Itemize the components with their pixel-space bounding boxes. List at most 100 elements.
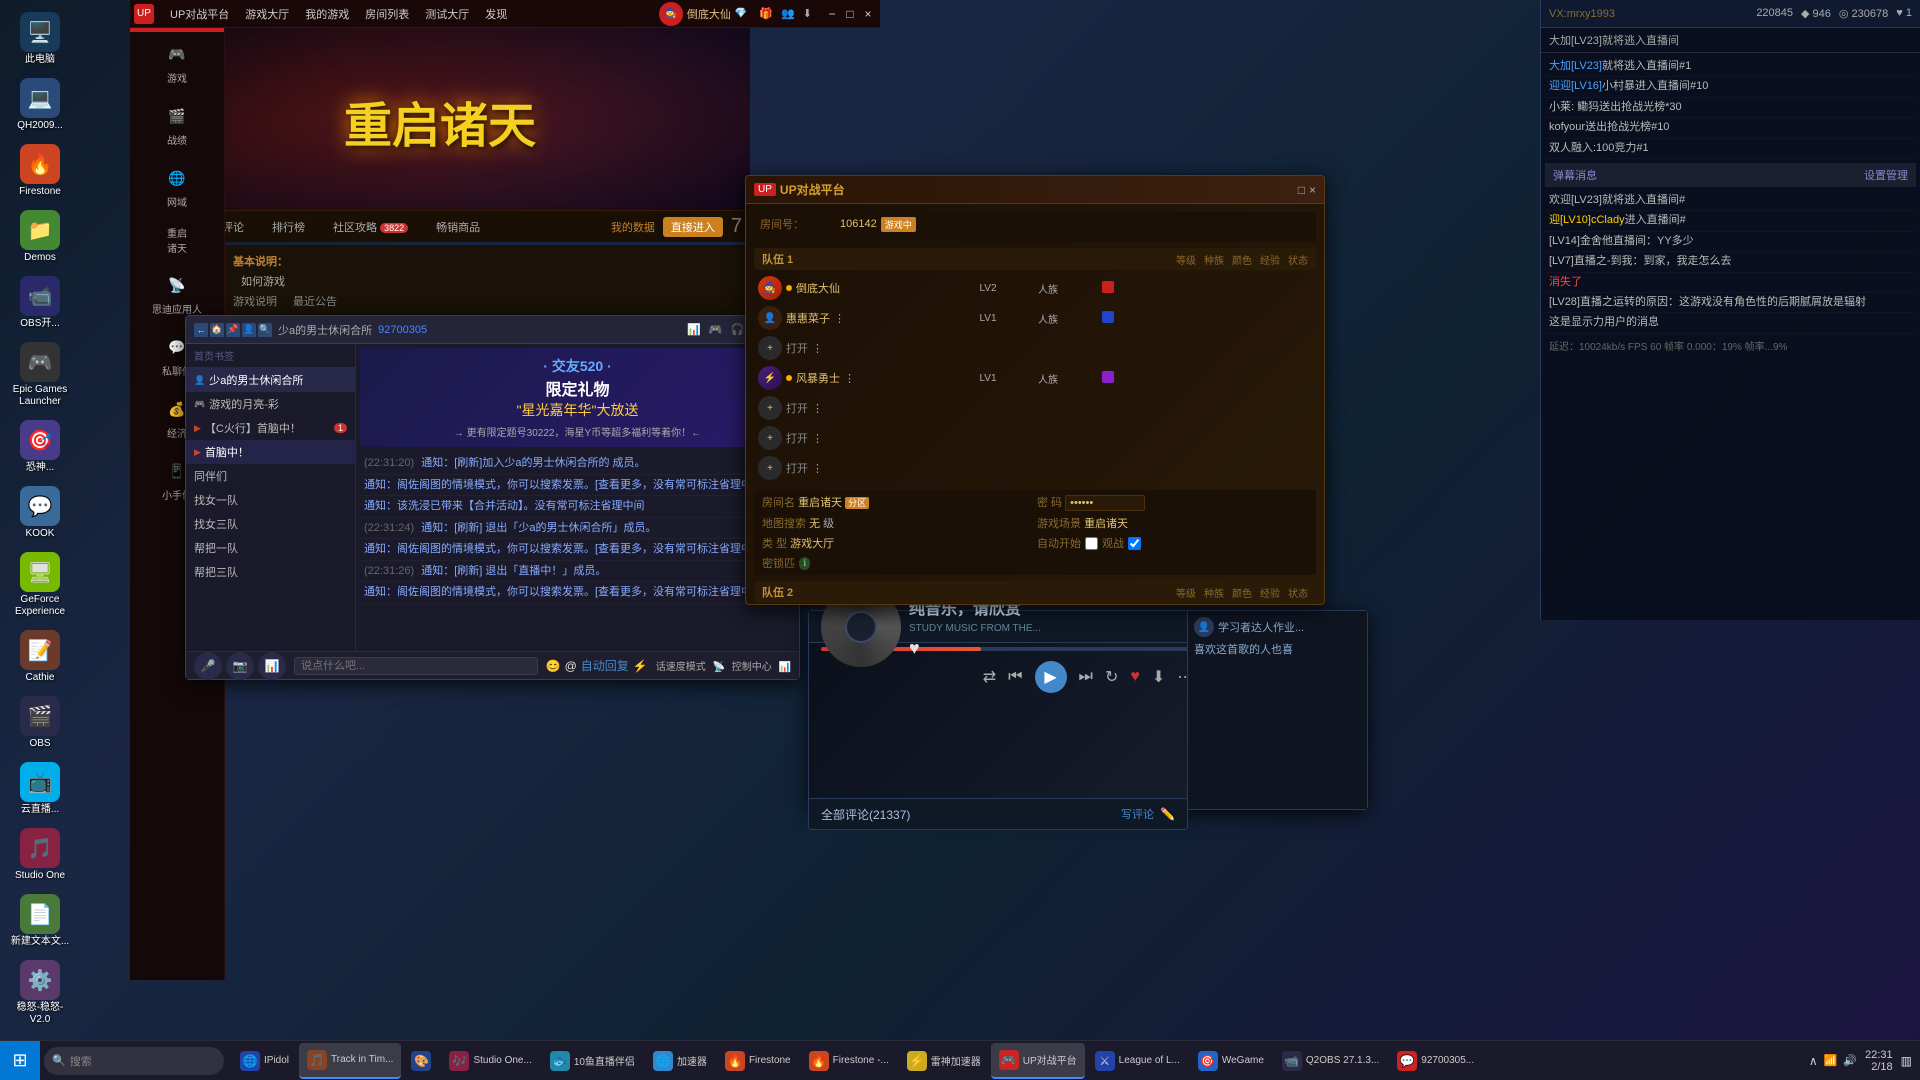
- room-info-bar: 房间号： 106142 游戏中: [754, 212, 1316, 242]
- tray-network[interactable]: 📶: [1824, 1054, 1838, 1067]
- desktop-icon-demos[interactable]: 📁 Demos: [4, 206, 76, 268]
- sidebar-item-companions[interactable]: 同伴们: [186, 464, 355, 488]
- lobby-content: 房间号： 106142 游戏中 队伍 1 等级 种族 颜色 经验 状态 �: [746, 204, 1324, 604]
- taskbar-app-fish[interactable]: 🐟 10鱼直播伴侣: [542, 1043, 643, 1079]
- desktop-icon-nvidia[interactable]: 🖥 GeForce Experience: [4, 548, 76, 622]
- write-review-btn[interactable]: 写评论: [1121, 806, 1154, 822]
- desktop-icon-qh2009[interactable]: 💻 QH2009...: [4, 74, 76, 136]
- sidebar-item-help3[interactable]: 帮把三队: [186, 560, 355, 584]
- desktop-icon-bilibili[interactable]: 📺 云直播...: [4, 758, 76, 820]
- left-nav-game[interactable]: 🎮 游戏: [130, 32, 224, 94]
- music-shuffle-btn[interactable]: ⇄: [983, 667, 996, 687]
- taskbar: ⊞ 🔍 搜索 🌐 IPidol 🎵 Track in Tim... 🎨 🎶 St…: [0, 1040, 1920, 1080]
- left-nav-record[interactable]: 🎬 战绩: [130, 94, 224, 156]
- taskbar-app-studio[interactable]: 🎨: [403, 1043, 439, 1079]
- sidebar-item-moon[interactable]: 🎮游戏的月亮-彩: [186, 392, 355, 416]
- music-heart-btn[interactable]: ♥: [909, 638, 920, 659]
- lobby-title: UP对战平台: [780, 181, 845, 198]
- taskbar-app-qq[interactable]: 💬 92700305...: [1389, 1043, 1482, 1079]
- tray-volume[interactable]: 🔊: [1843, 1054, 1857, 1067]
- left-nav-world[interactable]: 🌐 网域: [130, 156, 224, 218]
- stream-chat-input[interactable]: [294, 657, 538, 675]
- desktop-icon-settings[interactable]: ⚙️ 稳怒-稳怒-V2.0: [4, 956, 76, 1030]
- lobby-header: UP UP对战平台 □ ×: [746, 176, 1324, 204]
- nav-tab-testhall[interactable]: 测试大厅: [417, 4, 477, 24]
- taskbar-app-wegame[interactable]: 🎯 WeGame: [1190, 1043, 1272, 1079]
- lock-info-btn[interactable]: ℹ: [799, 557, 810, 570]
- taskbar-app-league[interactable]: ⚔ League of L...: [1087, 1043, 1188, 1079]
- desc-link1[interactable]: 游戏说明: [233, 293, 277, 309]
- voice-btn[interactable]: 🎤: [194, 652, 222, 680]
- sidebar-item-team3[interactable]: 找女三队: [186, 512, 355, 536]
- music-next-btn[interactable]: ⏭: [1079, 668, 1093, 686]
- taskbar-app-obs[interactable]: 📹 Q2OBS 27.1.3...: [1274, 1043, 1387, 1079]
- sidebar-item-active[interactable]: ▶首脑中！: [186, 440, 355, 464]
- desktop-icon-cathie[interactable]: 📝 Cathie: [4, 626, 76, 688]
- avatar-1: 🧙: [758, 276, 782, 300]
- music-heart-icon[interactable]: ♥: [1130, 668, 1140, 686]
- desc-link2[interactable]: 最近公告: [293, 293, 337, 309]
- sidebar-item-help1[interactable]: 帮把一队: [186, 536, 355, 560]
- at-icon[interactable]: @: [565, 659, 577, 673]
- desktop-icon-file[interactable]: 📄 新建文本文...: [4, 890, 76, 952]
- nav-tab-roomlist[interactable]: 房间列表: [357, 4, 417, 24]
- taskbar-app-studioone[interactable]: 🎶 Studio One...: [441, 1043, 539, 1079]
- sidebar-item-fire[interactable]: ▶【C火行】首脑中！ 1: [186, 416, 355, 440]
- maximize-button[interactable]: □: [842, 6, 858, 22]
- lobby-close[interactable]: ×: [1309, 183, 1316, 197]
- taskbar-app-firestone2[interactable]: 🔥 Firestone -...: [801, 1043, 897, 1079]
- game-desc-content: 如何游戏: [233, 273, 757, 289]
- taskbar-app-thunder[interactable]: ⚡ 雷神加速器: [899, 1043, 989, 1079]
- tray-arrow[interactable]: ∧: [1809, 1054, 1818, 1068]
- auto-reply-icon[interactable]: 自动回复: [581, 657, 629, 674]
- sidebar-item-team1[interactable]: 找女一队: [186, 488, 355, 512]
- left-nav-restart[interactable]: 重启诸天: [130, 218, 224, 263]
- taskbar-search[interactable]: 🔍 搜索: [44, 1047, 224, 1075]
- music-download-btn[interactable]: ⬇: [1152, 667, 1165, 687]
- desktop-icon-unknown1[interactable]: 🎯 恐神...: [4, 416, 76, 478]
- sidebar-item-main[interactable]: 👤少a的男士休闲合所: [186, 368, 355, 392]
- spectate-checkbox[interactable]: [1128, 537, 1141, 550]
- music-prev-btn[interactable]: ⏮: [1008, 668, 1022, 686]
- nav-tab-platform[interactable]: UP对战平台: [162, 4, 237, 24]
- system-tray: ∧ 📶 🔊: [1809, 1054, 1857, 1068]
- nav-tab-mygames[interactable]: 我的游戏: [297, 4, 357, 24]
- stream-more-icon[interactable]: ⚡: [633, 659, 648, 673]
- nav-tab-discover[interactable]: 发现: [477, 4, 515, 24]
- music-repeat-btn[interactable]: ↻: [1105, 667, 1118, 687]
- desktop-icon-kook[interactable]: 💬 KOOK: [4, 482, 76, 544]
- desktop-icon-epic[interactable]: 🎮 Epic Games Launcher: [4, 338, 76, 412]
- desktop-icon-firestone[interactable]: 🔥 Firestone: [4, 140, 76, 202]
- room-password-input[interactable]: [1065, 495, 1145, 511]
- desktop-icon-obs2[interactable]: 🎬 OBS: [4, 692, 76, 754]
- sub-nav-ranking[interactable]: 排行榜: [260, 215, 317, 239]
- stream-msg-4: (22:31:24) 通知：[刷新] 退出「少a的男士休闲合所」成员。: [360, 518, 795, 540]
- start-button[interactable]: ⊞: [0, 1041, 40, 1080]
- music-play-btn[interactable]: ▶: [1035, 661, 1067, 693]
- auto-start-checkbox[interactable]: [1085, 537, 1098, 550]
- game-description-area: 基本说明： 如何游戏 游戏说明 最近公告: [225, 245, 765, 315]
- desktop-icon-obs[interactable]: 📹 OBS开...: [4, 272, 76, 334]
- taskbar-app-wan[interactable]: 🌐 加速器: [645, 1043, 715, 1079]
- nav-tab-hall[interactable]: 游戏大厅: [237, 4, 297, 24]
- desktop-icon-computer[interactable]: 🖥️ 此电脑: [4, 8, 76, 70]
- emoji-icon[interactable]: 😊: [546, 659, 561, 673]
- top-nav-bar: UP UP对战平台 游戏大厅 我的游戏 房间列表 测试大厅 发现 🧙 倒底大仙 …: [130, 0, 880, 28]
- taskbar-app-ipidol[interactable]: 🌐 IPidol: [232, 1043, 297, 1079]
- direct-btn[interactable]: 直接进入: [663, 217, 723, 237]
- sub-nav-shop[interactable]: 畅销商品: [424, 215, 492, 239]
- lobby-minimize[interactable]: □: [1298, 183, 1305, 197]
- share-btn[interactable]: 📊: [258, 652, 286, 680]
- taskbar-app-up[interactable]: 🎮 UP对战平台: [991, 1043, 1085, 1079]
- show-desktop-btn[interactable]: ▥: [1901, 1054, 1912, 1068]
- sub-nav-guide[interactable]: 社区攻略 3822: [321, 215, 420, 239]
- taskbar-app-trackin[interactable]: 🎵 Track in Tim...: [299, 1043, 401, 1079]
- minimize-button[interactable]: −: [824, 6, 840, 22]
- desktop-icon-studioone[interactable]: 🎵 Studio One: [4, 824, 76, 886]
- close-button[interactable]: ×: [860, 6, 876, 22]
- taskbar-app-firestone[interactable]: 🔥 Firestone: [717, 1043, 799, 1079]
- review-settings-icon[interactable]: ✏️: [1160, 807, 1175, 821]
- team2-header: 队伍 2 等级 种族 颜色 经验 状态: [754, 581, 1316, 603]
- chat-msg-3: 小莱: 鳓犸送出抢战光榜*30: [1545, 98, 1916, 118]
- video-btn[interactable]: 📷: [226, 652, 254, 680]
